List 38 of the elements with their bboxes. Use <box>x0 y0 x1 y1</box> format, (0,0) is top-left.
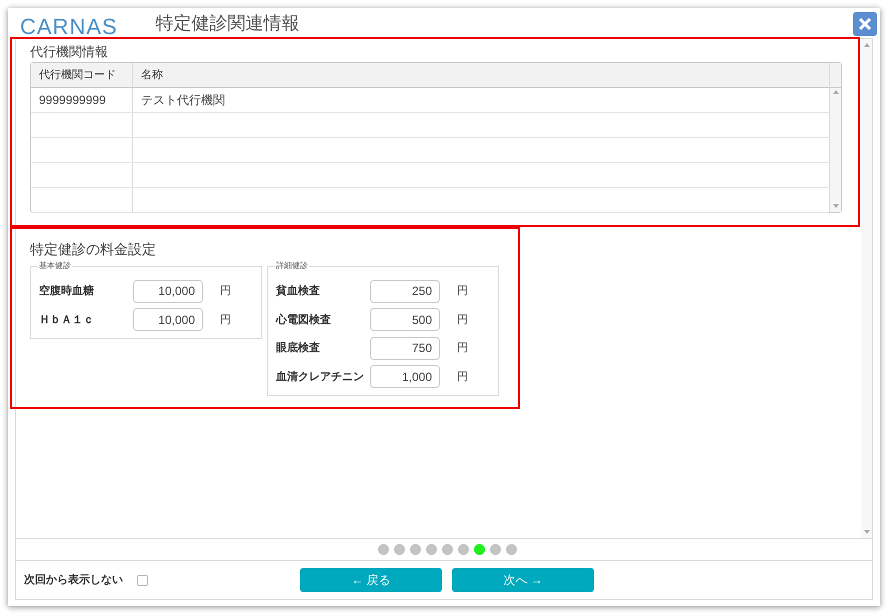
fieldset-legend: 詳細健診 <box>275 261 309 271</box>
fieldset-legend: 基本健診 <box>38 261 72 271</box>
amount-field[interactable]: 750 <box>370 336 440 360</box>
unit-label: 円 <box>457 312 468 328</box>
logo: CARNAS <box>20 16 118 38</box>
column-header: 代行機関コード <box>31 63 133 87</box>
checkbox-label: 次回から表示しない <box>24 572 123 588</box>
close-button[interactable] <box>853 12 877 36</box>
amount-field[interactable]: 10,000 <box>133 308 203 332</box>
unit-label: 円 <box>220 284 231 299</box>
unit-label: 円 <box>220 312 231 328</box>
amount-field[interactable]: 500 <box>370 308 440 332</box>
unit-label: 円 <box>457 341 468 356</box>
field-label: 貧血検査 <box>276 284 321 299</box>
field-label: 心電図検査 <box>276 312 332 328</box>
section-title: 特定健診の料金設定 <box>30 240 157 259</box>
unit-label: 円 <box>457 370 468 384</box>
table-cell-text: テスト代行機関 <box>140 92 226 109</box>
window-title: 特定健診関連情報 <box>156 12 300 34</box>
amount-field[interactable]: 250 <box>370 280 440 303</box>
scroll-up-icon[interactable] <box>864 43 870 47</box>
scroll-down-icon[interactable] <box>864 530 870 534</box>
field-label: 血清クレアチニン <box>276 370 365 384</box>
field-label: 眼底検査 <box>276 340 321 356</box>
scrollbar[interactable] <box>861 39 872 538</box>
field-label: 空腹時血糖 <box>39 284 95 299</box>
scroll-down-icon[interactable] <box>832 204 838 208</box>
field-label: ＨｂＡ１ｃ <box>39 312 95 328</box>
unit-label: 円 <box>457 284 468 299</box>
table-cell: 9999999999 <box>31 88 133 112</box>
scrollbar[interactable] <box>829 63 841 212</box>
amount-field[interactable]: 1,000 <box>370 365 440 388</box>
scroll-up-icon[interactable] <box>832 90 838 94</box>
amount-field[interactable]: 10,000 <box>133 280 203 303</box>
close-icon <box>859 18 871 30</box>
checkbox[interactable] <box>137 574 148 586</box>
section-title: 代行機関情報 <box>30 43 109 61</box>
column-header: 名称 <box>140 68 164 83</box>
